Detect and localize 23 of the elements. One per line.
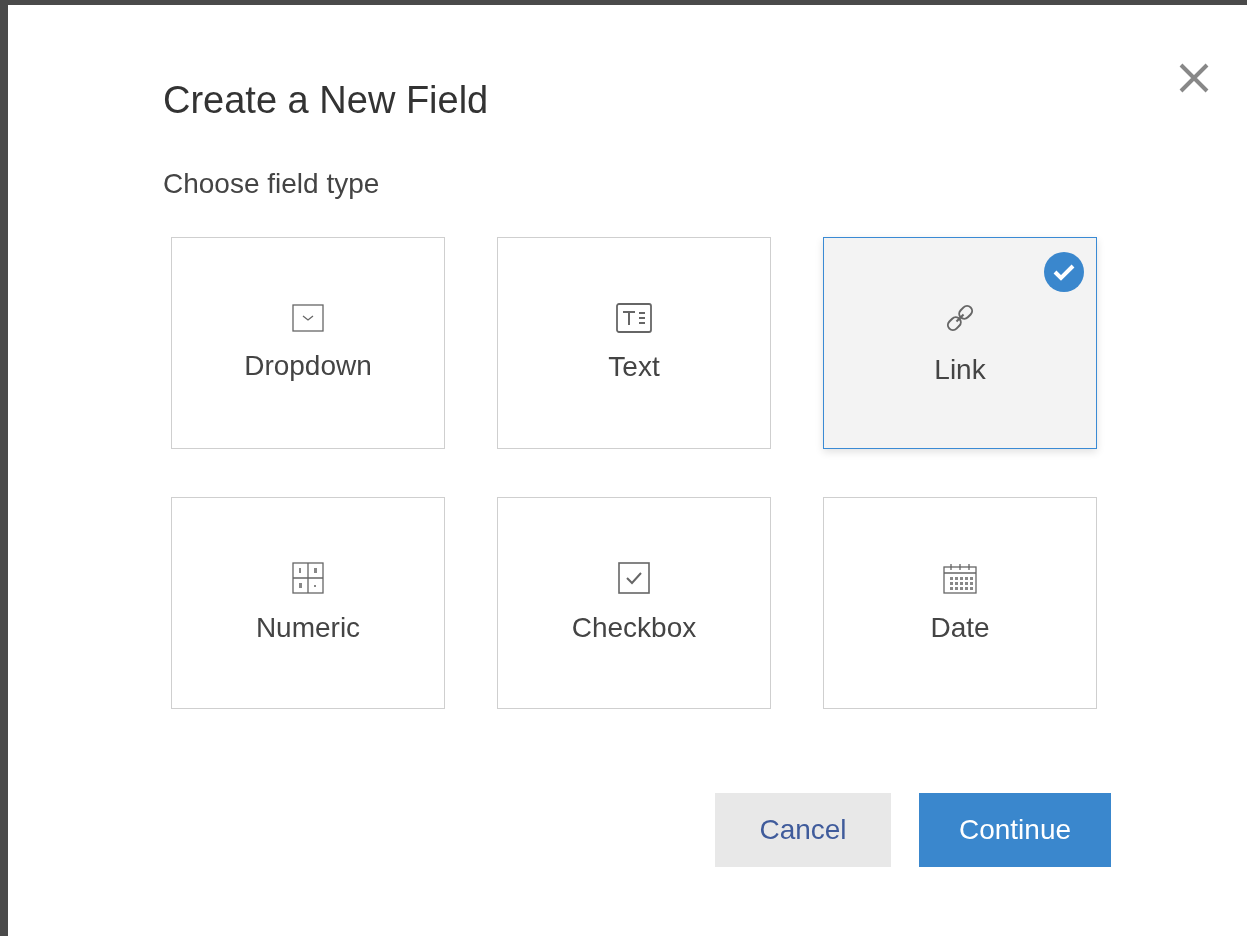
text-icon (616, 303, 652, 333)
field-type-label: Text (608, 351, 660, 383)
field-type-label: Numeric (255, 612, 361, 644)
dialog-subtitle: Choose field type (163, 167, 381, 201)
field-type-card[interactable]: Date (823, 497, 1097, 709)
checkbox-icon (618, 562, 650, 594)
field-type-card[interactable]: Dropdown (171, 237, 445, 449)
field-type-label: Dropdown (244, 350, 372, 382)
field-type-label: Checkbox (571, 612, 697, 644)
field-type-card[interactable]: Text (497, 237, 771, 449)
field-type-card[interactable]: Checkbox (497, 497, 771, 709)
cancel-button[interactable]: Cancel (715, 793, 891, 867)
number-grid-icon (292, 562, 324, 594)
field-type-label: Link (934, 354, 986, 386)
close-icon[interactable] (1177, 61, 1211, 95)
field-type-card[interactable]: Numeric (171, 497, 445, 709)
field-type-card[interactable]: Link (823, 237, 1097, 449)
dialog-title: Create a New Field (163, 78, 489, 123)
continue-button[interactable]: Continue (919, 793, 1111, 867)
calendar-icon (943, 562, 977, 594)
field-type-label: Date (930, 612, 990, 644)
check-icon (1044, 252, 1084, 292)
dropdown-icon (292, 304, 324, 332)
